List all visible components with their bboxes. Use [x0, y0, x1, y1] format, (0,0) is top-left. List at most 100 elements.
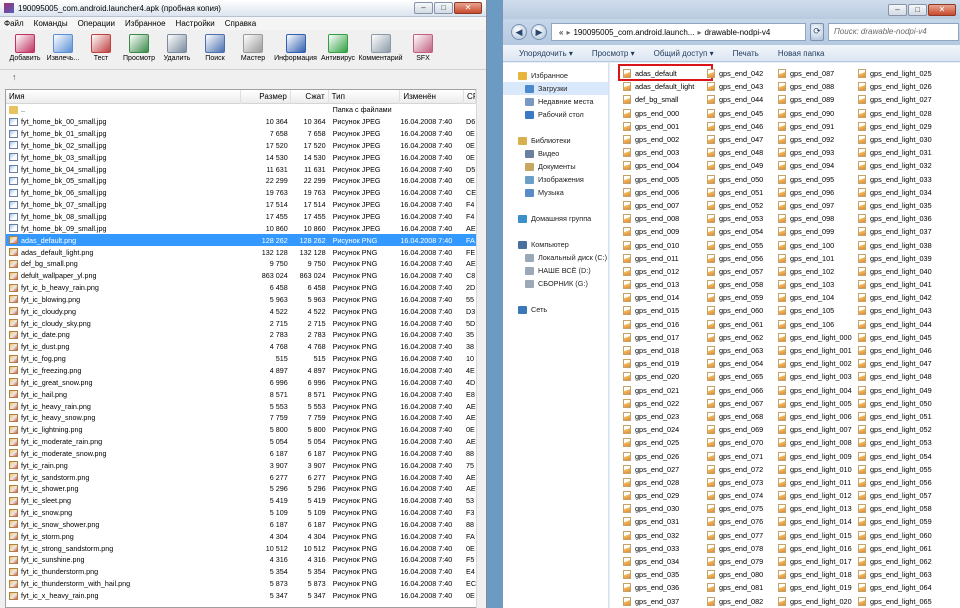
modified-cell[interactable]: 16.04.2008 7:40: [400, 461, 464, 470]
file-name[interactable]: gps_end_077: [719, 531, 763, 540]
file-name[interactable]: gps_end_light_017: [790, 557, 852, 566]
file-item[interactable]: gps_end_062: [707, 331, 763, 344]
crc-cell[interactable]: AE: [464, 402, 476, 411]
file-name[interactable]: gps_end_light_000: [790, 333, 852, 342]
png-file-icon[interactable]: [707, 464, 715, 474]
packed-cell[interactable]: 2 715: [291, 319, 329, 328]
sfx-icon[interactable]: [413, 34, 433, 53]
table-row[interactable]: fyt_ic_fog.png 515 515 Рисунок PNG 16.04.200…: [6, 353, 476, 365]
packed-cell[interactable]: 17 514: [291, 200, 329, 209]
file-item[interactable]: gps_end_light_062: [858, 555, 932, 568]
png-file-icon[interactable]: [778, 200, 786, 210]
file-item[interactable]: gps_end_light_039: [858, 252, 932, 265]
crc-cell[interactable]: D6: [464, 117, 476, 126]
file-item[interactable]: gps_end_018: [623, 344, 694, 357]
file-name[interactable]: gps_end_015: [635, 306, 679, 315]
file-name[interactable]: fyt_ic_fog.png: [21, 354, 66, 363]
name-cell[interactable]: adas_default.png: [6, 235, 241, 245]
file-item[interactable]: gps_end_089: [778, 93, 852, 106]
file-item[interactable]: gps_end_light_020: [778, 595, 852, 608]
name-cell[interactable]: fyt_ic_snow_shower.png: [6, 520, 241, 529]
file-name[interactable]: fyt_ic_blowing.png: [21, 295, 80, 304]
file-name[interactable]: gps_end_054: [719, 227, 763, 236]
png-file-icon[interactable]: [9, 390, 18, 399]
png-file-icon[interactable]: [778, 411, 786, 421]
file-item[interactable]: gps_end_032: [623, 529, 694, 542]
crc-cell[interactable]: 0E: [464, 425, 476, 434]
file-item[interactable]: gps_end_light_064: [858, 581, 932, 594]
file-name[interactable]: fyt_ic_snow_shower.png: [21, 520, 99, 529]
png-file-icon[interactable]: [9, 259, 18, 268]
close-button[interactable]: ✕: [928, 3, 956, 16]
png-file-icon[interactable]: [858, 332, 866, 342]
toolbar-button[interactable]: Антивирус: [319, 34, 357, 62]
png-file-icon[interactable]: [858, 438, 866, 448]
file-item[interactable]: gps_end_022: [623, 397, 694, 410]
file-name[interactable]: gps_end_light_010: [790, 465, 852, 474]
file-item[interactable]: gps_end_light_012: [778, 489, 852, 502]
png-file-icon[interactable]: [623, 398, 631, 408]
name-cell[interactable]: fyt_home_bk_05_small.jpg: [6, 176, 241, 185]
type-cell[interactable]: Рисунок PNG: [329, 378, 401, 387]
file-name[interactable]: gps_end_087: [790, 69, 834, 78]
file-name[interactable]: adas_default: [635, 69, 677, 78]
nav-item[interactable]: Рабочий стол: [503, 108, 608, 121]
size-cell[interactable]: 8 571: [241, 390, 291, 399]
column-header[interactable]: Тип: [329, 90, 401, 104]
png-file-icon[interactable]: [778, 82, 786, 92]
png-file-icon[interactable]: [858, 477, 866, 487]
forward-button[interactable]: ▶: [531, 24, 547, 40]
crc-cell[interactable]: 75: [464, 461, 476, 470]
file-item[interactable]: gps_end_light_050: [858, 397, 932, 410]
file-name[interactable]: gps_end_097: [790, 201, 834, 210]
file-name[interactable]: fyt_ic_thunderstorm_with_hail.png: [21, 579, 130, 588]
png-file-icon[interactable]: [707, 346, 715, 356]
file-name[interactable]: fyt_ic_heavy_rain.png: [21, 402, 91, 411]
file-item[interactable]: gps_end_002: [623, 133, 694, 146]
png-file-icon[interactable]: [707, 359, 715, 369]
name-cell[interactable]: fyt_ic_thunderstorm_with_hail.png: [6, 579, 241, 588]
file-item[interactable]: gps_end_light_004: [778, 384, 852, 397]
png-file-icon[interactable]: [778, 187, 786, 197]
file-name[interactable]: gps_end_093: [790, 148, 834, 157]
magnifier-icon[interactable]: [205, 34, 225, 53]
png-file-icon[interactable]: [778, 359, 786, 369]
modified-cell[interactable]: 16.04.2008 7:40: [400, 413, 464, 422]
nav-item-label[interactable]: Домашняя группа: [531, 214, 591, 223]
file-item[interactable]: gps_end_010: [623, 238, 694, 251]
name-cell[interactable]: fyt_ic_rain.png: [6, 461, 241, 470]
type-cell[interactable]: Рисунок PNG: [329, 402, 401, 411]
size-cell[interactable]: 2 783: [241, 330, 291, 339]
modified-cell[interactable]: 16.04.2008 7:40: [400, 496, 464, 505]
modified-cell[interactable]: 16.04.2008 7:40: [400, 591, 464, 600]
file-item[interactable]: gps_end_light_060: [858, 529, 932, 542]
size-cell[interactable]: 5 347: [241, 591, 291, 600]
file-item[interactable]: gps_end_104: [778, 291, 852, 304]
file-name[interactable]: gps_end_light_008: [790, 438, 852, 447]
file-name[interactable]: gps_end_005: [635, 175, 679, 184]
size-cell[interactable]: 5 354: [241, 567, 291, 576]
nav-item[interactable]: Документы: [503, 160, 608, 173]
crc-cell[interactable]: FE: [464, 248, 476, 257]
crc-cell[interactable]: AE: [464, 473, 476, 482]
table-row[interactable]: fyt_home_bk_01_small.jpg 7 658 7 658 Рисуно…: [6, 128, 476, 140]
file-name[interactable]: gps_end_099: [790, 227, 834, 236]
png-file-icon[interactable]: [707, 148, 715, 158]
crc-cell[interactable]: 53: [464, 496, 476, 505]
png-file-icon[interactable]: [707, 504, 715, 514]
modified-cell[interactable]: 16.04.2008 7:40: [400, 129, 464, 138]
png-file-icon[interactable]: [623, 596, 631, 606]
nav-item-label[interactable]: Изображения: [538, 175, 584, 184]
file-item[interactable]: gps_end_011: [623, 252, 694, 265]
jpeg-file-icon[interactable]: [9, 224, 18, 233]
name-cell[interactable]: fyt_ic_dust.png: [6, 342, 241, 351]
png-file-icon[interactable]: [858, 411, 866, 421]
png-file-icon[interactable]: [623, 240, 631, 250]
comment-icon[interactable]: [370, 34, 391, 53]
modified-cell[interactable]: 16.04.2008 7:40: [400, 508, 464, 517]
size-cell[interactable]: 5 800: [241, 425, 291, 434]
file-item[interactable]: gps_end_101: [778, 252, 852, 265]
png-file-icon[interactable]: [623, 411, 631, 421]
png-file-icon[interactable]: [778, 214, 786, 224]
file-name[interactable]: gps_end_055: [719, 241, 763, 250]
